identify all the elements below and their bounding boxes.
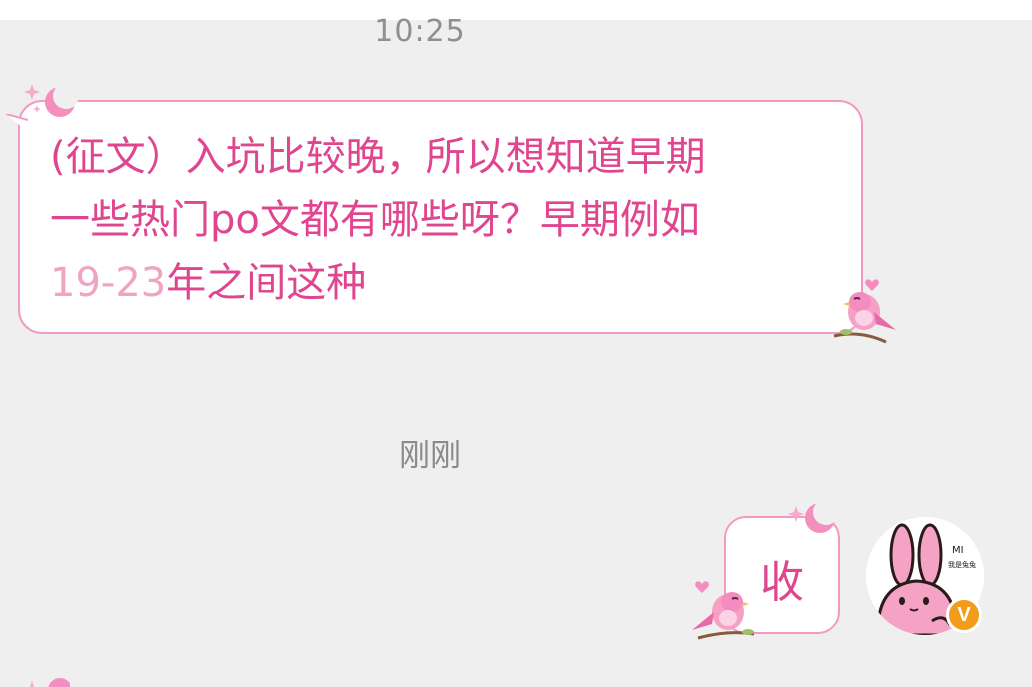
incoming-message-bubble[interactable]: (征文）入坑比较晚，所以想知道早期 一些热门po文都有哪些呀？早期例如 19-2… [6,100,863,334]
message-line-1: (征文）入坑比较晚，所以想知道早期 [50,134,706,180]
moon-sparkle-icon [30,678,70,687]
sticker-text-bottom: 我是兔兔 [948,560,976,569]
incoming-message-text: (征文）入坑比较晚，所以想知道早期 一些热门po文都有哪些呀？早期例如 19-2… [50,126,840,315]
message-timestamp: 10:25 [374,14,466,49]
message-year-range: 19-23 [50,260,167,306]
message-line-3-rest: 年之间这种 [166,260,367,306]
moon-sparkle-icon [788,499,839,533]
top-strip [0,0,1032,20]
pink-bird-icon [692,581,755,640]
verified-badge-icon: V [946,597,982,633]
pink-bird-icon [833,279,896,344]
message-line-3: 19-23年之间这种 [50,252,840,315]
sticker-text-top: MI [952,545,964,556]
message-timestamp: 刚刚 [399,438,461,474]
message-line-2: 一些热门po文都有哪些呀？早期例如 [50,197,700,243]
moon-sparkle-icon [24,83,78,117]
